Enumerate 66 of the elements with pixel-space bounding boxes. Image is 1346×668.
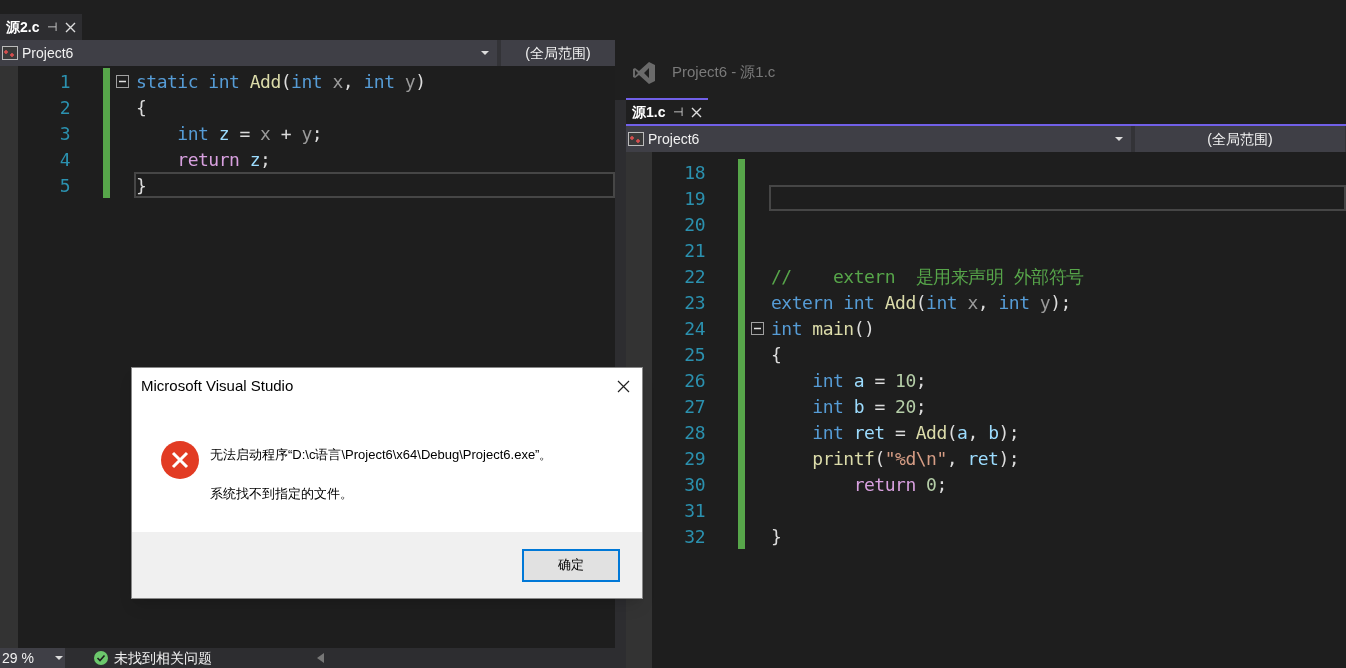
code-line: { bbox=[771, 342, 782, 367]
code-line: int b = 20; bbox=[811, 394, 927, 419]
project-dropdown[interactable]: Project6 bbox=[626, 126, 1131, 152]
code-line: int z = x + y; bbox=[176, 121, 323, 146]
scroll-left-icon[interactable] bbox=[317, 653, 325, 663]
zoom-dropdown[interactable]: 29 % bbox=[0, 648, 65, 668]
line-number: 31 bbox=[683, 498, 705, 523]
line-number: 26 bbox=[683, 368, 705, 393]
code-line: int main() bbox=[771, 316, 875, 341]
line-number: 22 bbox=[683, 264, 705, 289]
error-message: 无法启动程序“D:\c语言\Project6\x64\Debug\Project6.exe”。 bbox=[210, 446, 553, 464]
line-number: 5 bbox=[58, 173, 70, 198]
caret-icon bbox=[1115, 137, 1123, 141]
app-logo-icon bbox=[632, 60, 656, 85]
line-number: 4 bbox=[58, 147, 70, 172]
line-number: 24 bbox=[683, 316, 705, 341]
code-line: } bbox=[136, 173, 147, 198]
line-number: 32 bbox=[683, 524, 705, 549]
code-line: printf("%d\n", ret); bbox=[811, 446, 1020, 471]
code-line: return z; bbox=[176, 147, 271, 172]
line-number: 3 bbox=[58, 121, 70, 146]
code-line: int ret = Add(a, b); bbox=[811, 420, 1020, 445]
line-number: 29 bbox=[683, 446, 705, 471]
line-number: 21 bbox=[683, 238, 705, 263]
tab-label: 源1.c bbox=[632, 102, 666, 122]
pin-button[interactable]: ⊣ bbox=[673, 103, 684, 121]
line-number: 23 bbox=[683, 290, 705, 315]
line-number: 20 bbox=[683, 212, 705, 237]
collapse-icon[interactable] bbox=[115, 74, 129, 88]
line-number: 1 bbox=[58, 69, 70, 94]
line-number: 28 bbox=[683, 420, 705, 445]
file-tab[interactable]: 源2.c ⊣ bbox=[0, 14, 83, 40]
line-number: 25 bbox=[683, 342, 705, 367]
code-line: extern int Add(int x, int y); bbox=[771, 290, 1071, 315]
tab-label: 源2.c bbox=[6, 17, 40, 37]
ok-button[interactable]: 确定 bbox=[522, 548, 620, 582]
code-line: } bbox=[771, 524, 782, 549]
line-number: 2 bbox=[58, 95, 70, 120]
line-number: 19 bbox=[683, 186, 705, 211]
code-line: { bbox=[136, 95, 147, 120]
code-line: // extern 是用来声明 外部符号 bbox=[771, 264, 1084, 289]
window-title: Project6 - 源1.c bbox=[672, 62, 776, 83]
line-number: 27 bbox=[683, 394, 705, 419]
collapse-icon[interactable] bbox=[750, 321, 764, 335]
code-line: static int Add(int x, int y) bbox=[136, 69, 426, 94]
zoom-level: 29 % bbox=[2, 648, 35, 668]
project-dropdown[interactable]: Project6 bbox=[0, 40, 497, 66]
check-icon bbox=[94, 651, 108, 665]
project-name: Project6 bbox=[648, 129, 701, 149]
pin-button[interactable]: ⊣ bbox=[47, 18, 58, 36]
code-line: int a = 10; bbox=[811, 368, 927, 393]
caret-icon bbox=[55, 656, 63, 660]
error-detail: 系统找不到指定的文件。 bbox=[210, 484, 354, 503]
project-name: Project6 bbox=[22, 43, 75, 63]
line-number: 30 bbox=[683, 472, 705, 497]
dialog-title: Microsoft Visual Studio bbox=[141, 375, 294, 396]
code-line: return 0; bbox=[852, 472, 947, 497]
caret-icon bbox=[481, 51, 489, 55]
scope-dropdown[interactable]: (全局范围) bbox=[501, 40, 615, 66]
line-number: 18 bbox=[683, 160, 705, 185]
error-icon bbox=[161, 441, 199, 479]
project-icon bbox=[2, 46, 18, 60]
close-icon[interactable] bbox=[617, 379, 630, 393]
project-icon bbox=[628, 132, 644, 146]
scope-dropdown[interactable]: (全局范围) bbox=[1135, 126, 1345, 152]
issues-status: 未找到相关问题 bbox=[114, 648, 212, 668]
